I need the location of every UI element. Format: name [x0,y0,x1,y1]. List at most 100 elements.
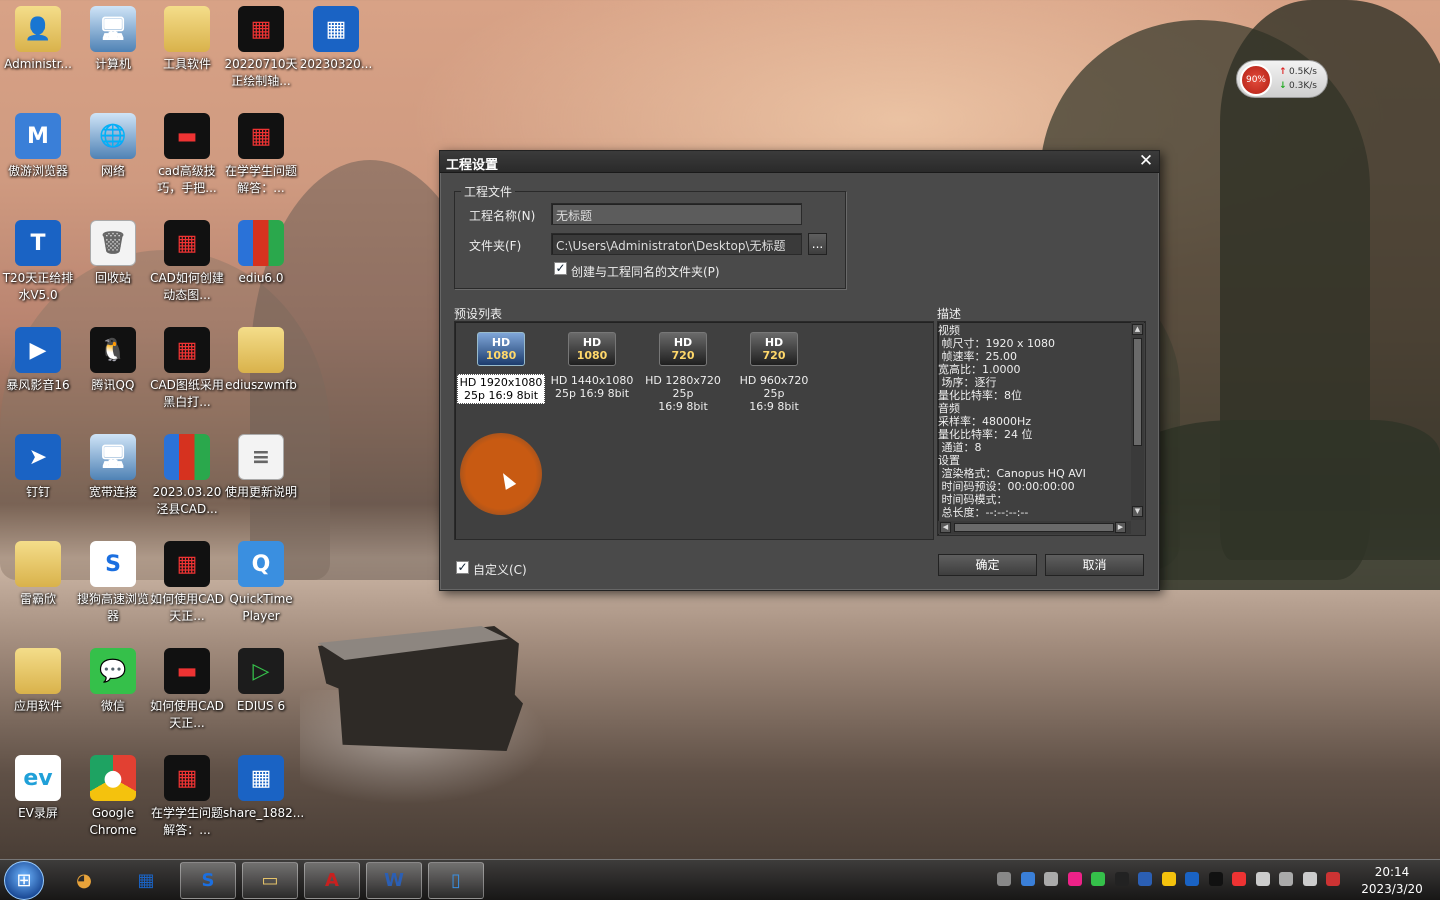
description-line: 设置 [938,454,960,467]
desktop-icon[interactable]: 👤 Administr... [0,6,76,73]
usb-icon[interactable] [1279,872,1293,886]
preset-item[interactable]: HD 720 HD 960x720 25p 16:9 8bit [730,332,818,413]
hd-badge-resolution: 720 [762,349,786,362]
folder-icon [15,541,61,587]
network-tray-icon[interactable] [1326,872,1340,886]
desktop-icon[interactable]: ▦ 如何使用CAD天正... [149,541,225,625]
taskbar-app[interactable]: W [366,862,422,899]
desktop-icon[interactable]: 工具软件 [149,6,225,73]
security-icon[interactable] [1185,872,1199,886]
preset-list-label: 预设列表 [454,307,503,321]
desktop-icon[interactable]: T T20天正给排水V5.0 [0,220,76,304]
desktop-icon[interactable]: ➤ 钉钉 [0,434,76,501]
desktop-icon[interactable]: ▦ 在学学生问题解答：... [223,113,299,197]
desktop-icon-label: 20220710天正绘制轴... [224,57,298,88]
video-file-icon: ▦ [164,220,210,266]
keyboard-icon[interactable] [997,872,1011,886]
preset-item[interactable]: HD 1080 HD 1920x1080 25p 16:9 8bit [457,332,545,404]
scroll-up-icon[interactable]: ▲ [1132,324,1143,335]
desktop-icon-label: 微信 [100,699,125,713]
desktop-icon[interactable]: ▦ 在学学生问题解答：... [149,755,225,839]
preset-label: HD 960x720 25p 16:9 8bit [730,374,818,413]
desktop-icon[interactable]: ≡ 使用更新说明 [223,434,299,501]
preset-list[interactable]: HD 1080 HD 1920x1080 25p 16:9 8bit HD 1080 HD … [454,321,934,540]
desktop-icon[interactable]: ediu6.0 [223,220,299,287]
taskbar-app[interactable]: ▯ [428,862,484,899]
scroll-left-icon[interactable]: ◀ [940,522,951,533]
wechat-tray-icon[interactable] [1091,872,1105,886]
desktop-icon[interactable]: 🖥 宽带连接 [75,434,151,501]
expand-tray-icon[interactable] [1044,872,1058,886]
network-speed-widget[interactable]: 90% ↑ 0.5K/s ↓ 0.3K/s [1236,60,1328,98]
horizontal-scrollbar[interactable]: ◀ ▶ [938,521,1131,534]
taskbar-app[interactable]: ▭ [242,862,298,899]
browse-folder-button[interactable]: ... [808,233,827,255]
scroll-thumb[interactable] [1133,338,1142,446]
flag-icon[interactable] [1232,872,1246,886]
desktop-icon[interactable]: ▬ 如何使用CAD天正... [149,648,225,732]
folder-path-input[interactable]: C:\Users\Administrator\Desktop\无标题 [551,233,802,255]
folder-icon [164,6,210,52]
description-line: 采样率：48000Hz [938,415,1032,428]
desktop-icon[interactable]: ● Google Chrome [75,755,151,839]
description-line: 帧速率：25.00 [938,350,1017,363]
create-folder-checkbox[interactable]: ✓ [554,262,567,275]
qq-tray-icon[interactable] [1208,872,1223,886]
desktop-icon[interactable]: 💬 微信 [75,648,151,715]
project-name-label: 工程名称(N) [469,209,536,223]
desktop-icon[interactable]: ▦ 20230320... [298,6,374,73]
desktop-icon[interactable]: 2023.03.20泾县CAD... [149,434,225,518]
scroll-right-icon[interactable]: ▶ [1115,522,1126,533]
desktop-icon[interactable]: 雷霸欣 [0,541,76,608]
taskbar-app[interactable]: A [304,862,360,899]
desktop-icon[interactable]: 🖥 计算机 [75,6,151,73]
desktop-icon-label: 使用更新说明 [224,485,297,499]
clock[interactable]: 20:14 2023/3/20 [1352,864,1432,898]
close-icon[interactable]: ✕ [1137,152,1155,170]
input-method-icon[interactable] [1114,872,1129,886]
ok-button[interactable]: 确定 [938,554,1037,576]
desktop-icon[interactable]: 应用软件 [0,648,76,715]
project-name-input[interactable]: 无标题 [551,203,802,225]
desktop-icon[interactable]: ev EV录屏 [0,755,76,822]
h-scroll-thumb[interactable] [954,523,1114,532]
flower-icon[interactable] [1067,872,1082,886]
desktop-icon[interactable]: ▷ EDIUS 6 [223,648,299,715]
desktop-icon[interactable]: ▦ 20220710天正绘制轴... [223,6,299,90]
video-file-icon: ▦ [238,113,284,159]
video-project-icon: ▦ [238,755,284,801]
desktop-icon[interactable]: ▦ share_1882... [223,755,305,822]
preset-label: HD 1440x1080 25p 16:9 8bit [548,374,636,400]
add-icon[interactable] [1161,872,1176,886]
desktop-icon[interactable]: ▦ CAD如何创建动态图... [149,220,225,304]
desktop-icon-label: share_1882... [223,806,305,820]
desktop-icon[interactable]: ▶ 暴风影音16 [0,327,76,394]
desktop-icon[interactable]: 🐧 腾讯QQ [75,327,151,394]
desktop-icon[interactable]: 🗑 回收站 [75,220,151,287]
preset-item[interactable]: HD 720 HD 1280x720 25p 16:9 8bit [639,332,727,413]
video-file-icon: ▬ [164,648,210,694]
desktop-icon[interactable]: ▦ CAD图纸采用黑白打... [149,327,225,411]
clock-date: 2023/3/20 [1361,882,1423,896]
taskbar-app[interactable]: ◕ [56,862,112,899]
cancel-button[interactable]: 取消 [1045,554,1144,576]
help-icon[interactable] [1020,872,1035,886]
display-icon[interactable] [1302,872,1317,886]
dialog-title-bar[interactable]: 工程设置 ✕ [440,151,1159,173]
preset-item[interactable]: HD 1080 HD 1440x1080 25p 16:9 8bit [548,332,636,400]
desktop-icon[interactable]: M 傲游浏览器 [0,113,76,180]
vertical-scrollbar[interactable]: ▲ ▼ [1131,322,1144,520]
desktop-icon[interactable]: 🌐 网络 [75,113,151,180]
scroll-down-icon[interactable]: ▼ [1132,506,1143,517]
screen-icon[interactable] [1138,872,1152,886]
description-panel[interactable]: 视频 帧尺寸：1920 x 1080 帧速率：25.00 宽高比：1.0000 场… [937,321,1146,536]
volume-icon[interactable] [1255,872,1270,886]
start-button[interactable]: ⊞ [4,861,44,900]
custom-checkbox[interactable]: ✓ [456,561,469,574]
desktop-icon[interactable]: Q QuickTime Player [223,541,299,625]
desktop-icon[interactable]: ediuszwmfb [223,327,299,394]
desktop-icon[interactable]: S 搜狗高速浏览器 [75,541,151,625]
taskbar-app[interactable]: S [180,862,236,899]
taskbar-app[interactable]: ▦ [118,862,174,899]
desktop-icon[interactable]: ▬ cad高级技巧，手把... [149,113,225,197]
